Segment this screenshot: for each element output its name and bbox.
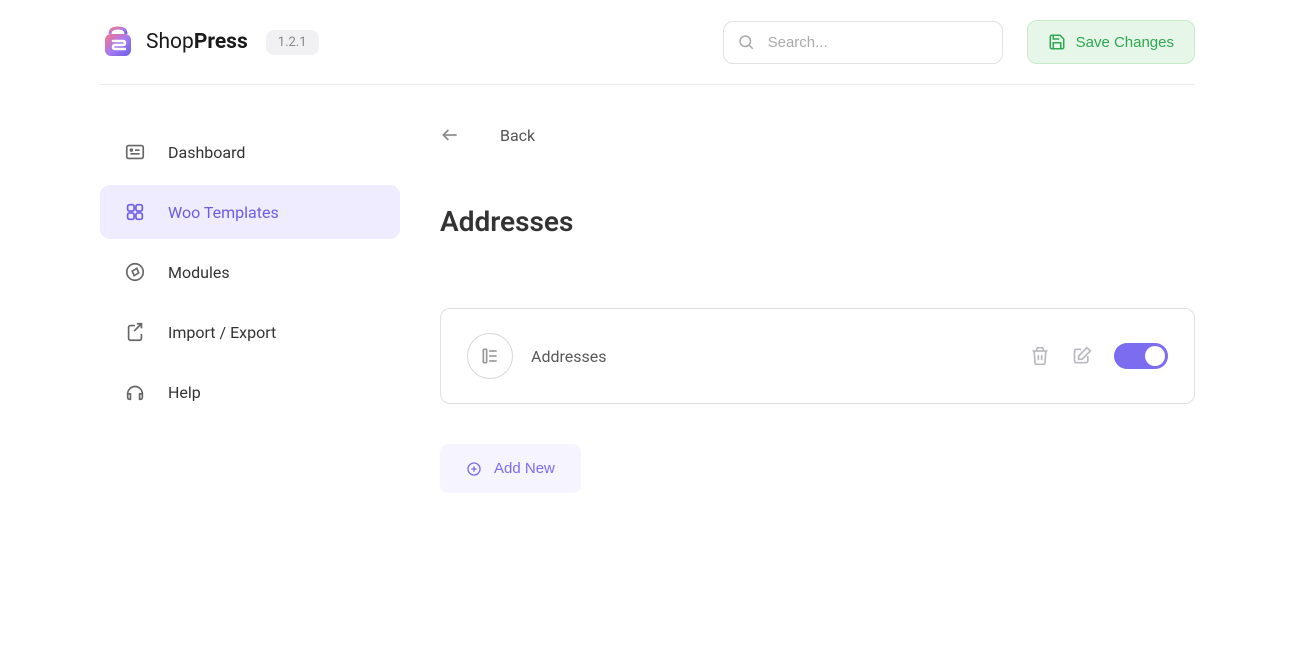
back-label: Back <box>500 126 535 145</box>
nav-item-woo-templates[interactable]: Woo Templates <box>100 185 400 239</box>
back-arrow-icon <box>440 125 460 145</box>
page-title: Addresses <box>440 205 1195 238</box>
sidebar: Dashboard Woo Templates Modules <box>100 125 400 493</box>
add-new-label: Add New <box>494 460 555 477</box>
delete-icon[interactable] <box>1030 346 1050 366</box>
search-box <box>723 21 1003 64</box>
dashboard-icon <box>124 141 146 163</box>
nav-label: Dashboard <box>168 143 245 162</box>
main-content: Back Addresses Addresses <box>400 125 1195 493</box>
template-name: Addresses <box>531 347 607 366</box>
modules-icon <box>124 261 146 283</box>
template-card: Addresses <box>440 308 1195 404</box>
edit-icon[interactable] <box>1072 346 1092 366</box>
nav-label: Woo Templates <box>168 203 279 222</box>
nav-label: Modules <box>168 263 230 282</box>
version-badge: 1.2.1 <box>266 30 319 55</box>
template-icon-circle <box>467 333 513 379</box>
enable-toggle[interactable] <box>1114 343 1168 369</box>
nav-item-help[interactable]: Help <box>100 365 400 419</box>
logo[interactable]: ShopPress <box>100 24 248 60</box>
header: ShopPress 1.2.1 Save Changes <box>100 0 1195 85</box>
nav-label: Import / Export <box>168 323 276 342</box>
nav-label: Help <box>168 383 201 402</box>
nav-item-import-export[interactable]: Import / Export <box>100 305 400 359</box>
search-input[interactable] <box>723 21 1003 64</box>
search-icon <box>737 33 755 51</box>
import-export-icon <box>124 321 146 343</box>
back-navigation[interactable]: Back <box>440 125 1195 145</box>
brand-name: ShopPress <box>146 30 248 54</box>
save-icon <box>1048 33 1066 51</box>
list-icon <box>480 346 500 366</box>
save-changes-button[interactable]: Save Changes <box>1027 20 1195 64</box>
plus-circle-icon <box>466 461 482 477</box>
save-label: Save Changes <box>1076 34 1174 51</box>
logo-icon <box>100 24 136 60</box>
nav-item-dashboard[interactable]: Dashboard <box>100 125 400 179</box>
nav-item-modules[interactable]: Modules <box>100 245 400 299</box>
help-icon <box>124 381 146 403</box>
add-new-button[interactable]: Add New <box>440 444 581 493</box>
templates-icon <box>124 201 146 223</box>
